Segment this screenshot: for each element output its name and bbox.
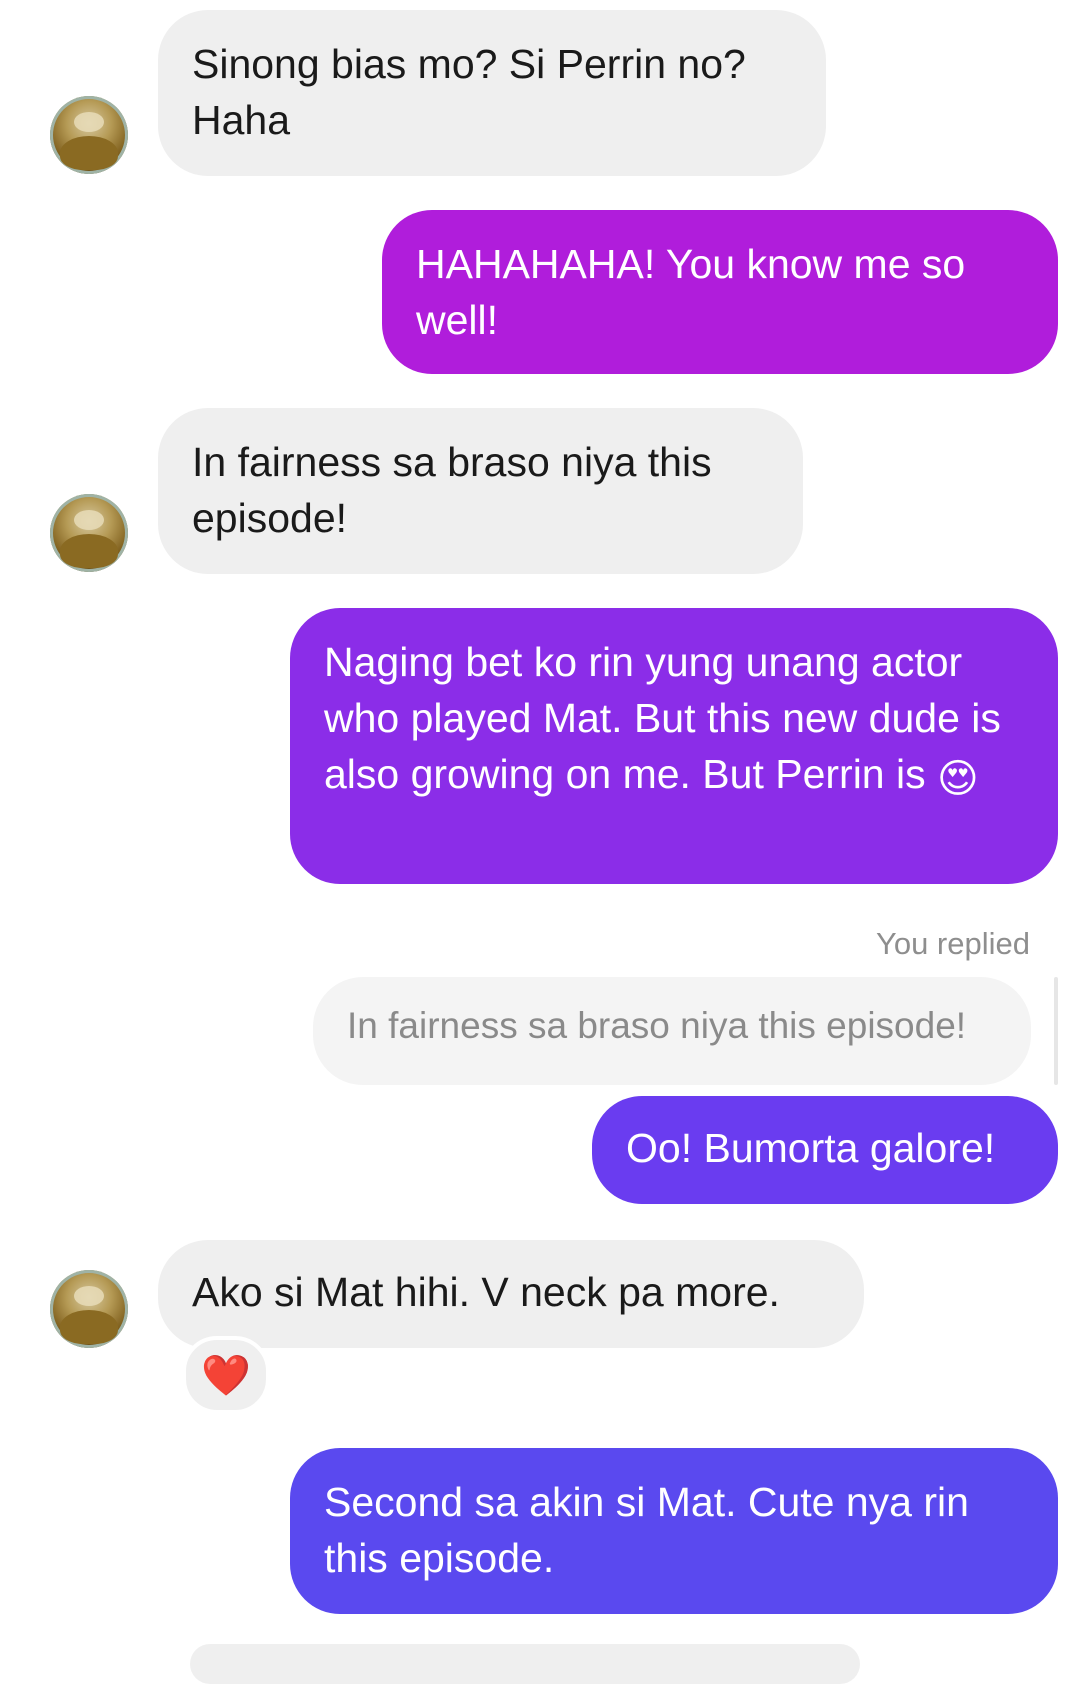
message-bubble-outgoing[interactable]: HAHAHAHA! You know me so well! — [382, 210, 1058, 374]
avatar-body — [60, 1310, 118, 1344]
message-bubble-outgoing[interactable]: Second sa akin si Mat. Cute nya rin this… — [290, 1448, 1058, 1614]
heart-eyes-emoji: 😍 — [937, 757, 979, 801]
message-bubble-outgoing[interactable]: Oo! Bumorta galore! — [592, 1096, 1058, 1204]
message-text: Sinong bias mo? Si Perrin no? Haha — [192, 41, 746, 143]
contact-avatar[interactable] — [50, 494, 128, 572]
message-text: Second sa akin si Mat. Cute nya rin this… — [324, 1479, 969, 1581]
heart-icon: ❤️ — [201, 1353, 251, 1398]
message-bubble-incoming[interactable]: Sinong bias mo? Si Perrin no? Haha — [158, 10, 826, 176]
avatar-face — [74, 510, 104, 530]
message-text: HAHAHAHA! You know me so well! — [416, 241, 966, 343]
reply-label: You replied — [876, 926, 1030, 961]
contact-avatar[interactable] — [50, 96, 128, 174]
quoted-message[interactable]: In fairness sa braso niya this episode! — [313, 977, 1031, 1085]
message-bubble-incoming-partial[interactable] — [190, 1644, 860, 1684]
heart-reaction-icon[interactable]: ❤️ — [182, 1336, 270, 1414]
avatar-body — [60, 136, 118, 170]
message-bubble-outgoing[interactable]: Naging bet ko rin yung unang actor who p… — [290, 608, 1058, 884]
quoted-text: In fairness sa braso niya this episode! — [347, 1005, 967, 1046]
avatar-face — [74, 1286, 104, 1306]
message-text: Naging bet ko rin yung unang actor who p… — [324, 639, 1001, 797]
message-text: Ako si Mat hihi. V neck pa more. — [192, 1269, 780, 1315]
avatar-body — [60, 534, 118, 568]
message-text: In fairness sa braso niya this episode! — [192, 439, 712, 541]
reply-indicator-bar — [1054, 977, 1058, 1085]
message-bubble-incoming[interactable]: In fairness sa braso niya this episode! — [158, 408, 803, 574]
avatar-face — [74, 112, 104, 132]
message-bubble-incoming[interactable]: Ako si Mat hihi. V neck pa more. — [158, 1240, 864, 1348]
message-text: Oo! Bumorta galore! — [626, 1125, 996, 1171]
contact-avatar[interactable] — [50, 1270, 128, 1348]
